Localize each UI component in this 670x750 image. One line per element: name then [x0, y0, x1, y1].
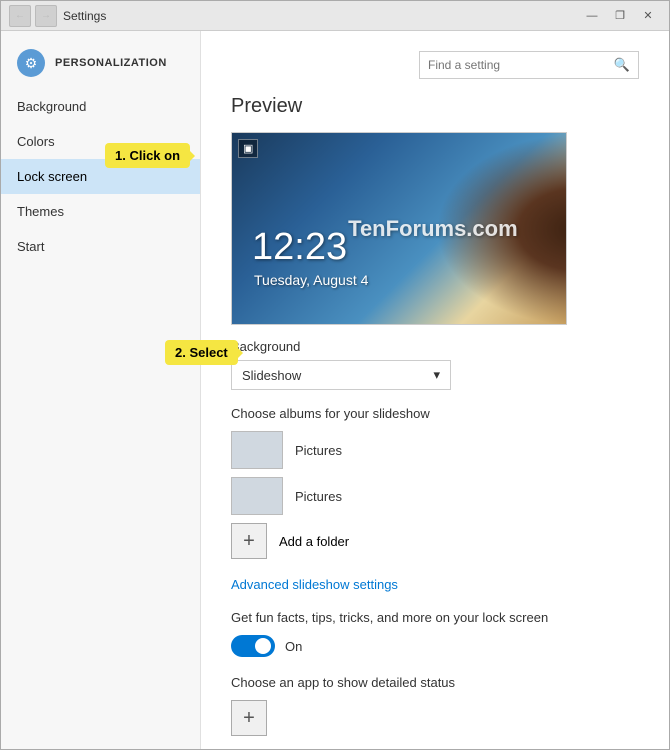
nav-forward-button[interactable]: → — [35, 5, 57, 27]
preview-monitor-icon: ▣ — [238, 139, 258, 158]
search-input[interactable] — [428, 58, 614, 72]
nav-back-button[interactable]: ← — [9, 5, 31, 27]
toggle-on-label: On — [285, 639, 302, 654]
sidebar-heading: PERSONALIZATION — [55, 57, 167, 69]
main-content: 🔍 Preview ▣ TenForums.com 12:23 Tuesday,… — [201, 31, 669, 749]
album-name: Pictures — [295, 489, 342, 504]
preview-date: Tuesday, August 4 — [254, 272, 368, 288]
content-header: 🔍 — [231, 51, 639, 79]
search-box[interactable]: 🔍 — [419, 51, 639, 79]
minimize-button[interactable]: — — [579, 6, 605, 26]
sidebar-item-background[interactable]: Background — [1, 89, 200, 124]
close-button[interactable]: ✕ — [635, 6, 661, 26]
personalization-icon: ⚙ — [17, 49, 45, 77]
list-item: Pictures — [231, 477, 639, 515]
choose-app-plus-button[interactable]: + — [231, 700, 267, 736]
fun-facts-toggle[interactable] — [231, 635, 275, 657]
background-section-label: Background — [231, 339, 639, 354]
search-icon: 🔍 — [614, 57, 630, 73]
fun-facts-label: Get fun facts, tips, tricks, and more on… — [231, 610, 591, 625]
sidebar: ⚙ PERSONALIZATION Background Colors Lock… — [1, 31, 201, 749]
add-folder-item: + Add a folder — [231, 523, 639, 559]
dropdown-value: Slideshow — [242, 368, 301, 383]
sidebar-item-themes[interactable]: Themes — [1, 194, 200, 229]
title-bar: ← → Settings — ❐ ✕ — [1, 1, 669, 31]
settings-window: ← → Settings — ❐ ✕ ⚙ — [0, 0, 670, 750]
list-item: Pictures — [231, 431, 639, 469]
album-thumbnail — [231, 431, 283, 469]
sidebar-item-start[interactable]: Start — [1, 229, 200, 264]
preview-watermark: TenForums.com — [348, 216, 518, 242]
main-container: ⚙ PERSONALIZATION Background Colors Lock… — [1, 31, 669, 749]
album-name: Pictures — [295, 443, 342, 458]
albums-title: Choose albums for your slideshow — [231, 406, 639, 421]
window-title: Settings — [63, 9, 106, 23]
callout-select: 2. Select — [165, 340, 238, 365]
album-thumbnail — [231, 477, 283, 515]
advanced-slideshow-link[interactable]: Advanced slideshow settings — [231, 577, 639, 592]
toggle-knob — [255, 638, 271, 654]
restore-button[interactable]: ❐ — [607, 6, 633, 26]
add-folder-button[interactable]: + — [231, 523, 267, 559]
background-dropdown[interactable]: Slideshow ▾ — [231, 360, 451, 390]
callout-click-on: 1. Click on — [105, 143, 190, 168]
sidebar-header: ⚙ PERSONALIZATION — [1, 41, 200, 89]
add-folder-label: Add a folder — [279, 534, 349, 549]
preview-time: 12:23 — [252, 226, 347, 269]
preview-image: ▣ TenForums.com 12:23 Tuesday, August 4 — [231, 132, 567, 325]
chevron-down-icon: ▾ — [433, 367, 440, 383]
preview-title: Preview — [231, 95, 639, 118]
fun-facts-toggle-row: On — [231, 635, 639, 657]
choose-app-label: Choose an app to show detailed status — [231, 675, 639, 690]
